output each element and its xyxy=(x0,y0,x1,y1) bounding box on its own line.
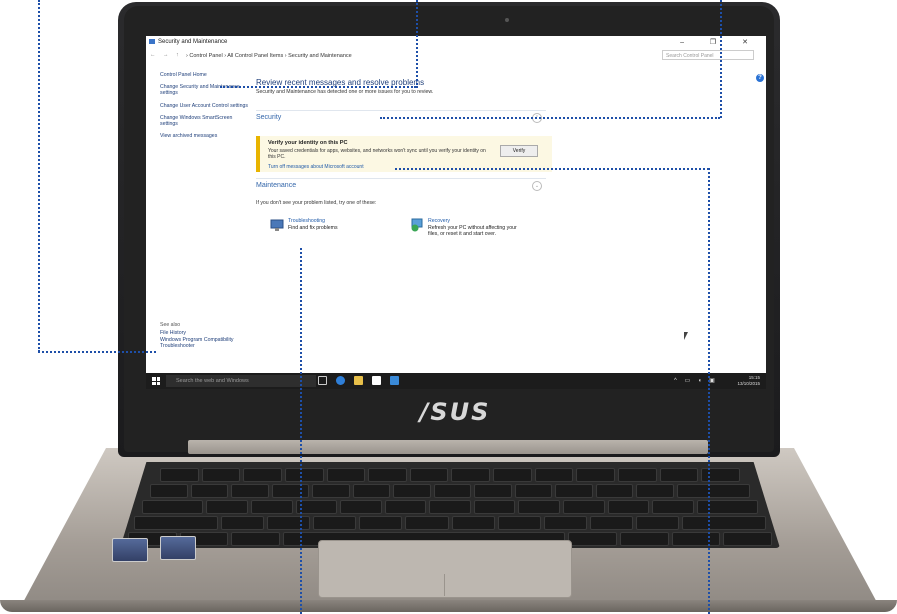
taskbar: Search the web and Windows ^ ▭ ◖ ▣ 15:15… xyxy=(146,373,766,389)
window-flag-icon xyxy=(149,39,155,44)
window-title: Security and Maintenance xyxy=(158,39,228,45)
taskbar-search[interactable]: Search the web and Windows xyxy=(166,375,316,387)
verify-button[interactable]: Verify xyxy=(500,145,538,157)
screen: Security and Maintenance – ❐ ✕ ← → ↑ › C… xyxy=(146,36,766,389)
recovery-item[interactable]: Recovery Refresh your PC without affecti… xyxy=(428,218,528,238)
notice-body: Your saved credentials for apps, website… xyxy=(268,148,486,160)
maintenance-label: Maintenance xyxy=(256,182,297,189)
compatibility-troubleshooter-link[interactable]: Windows Program Compatibility Troublesho… xyxy=(160,337,240,350)
view-archived-messages-link[interactable]: View archived messages xyxy=(160,133,250,139)
see-also-title: See also xyxy=(160,322,181,328)
recovery-icon[interactable] xyxy=(410,218,424,232)
touchpad xyxy=(318,540,572,598)
nav-buttons[interactable]: ← → ↑ xyxy=(150,52,182,58)
see-also: See also File History Windows Program Co… xyxy=(160,322,260,350)
brand-logo: /SUS xyxy=(419,398,491,426)
recovery-desc: Refresh your PC without affecting your f… xyxy=(428,224,517,238)
system-tray[interactable]: ^ ▭ ◖ ▣ xyxy=(674,377,718,384)
left-pane: Control Panel Home Change Security and M… xyxy=(160,72,250,145)
callout-line-top-center xyxy=(416,0,418,88)
troubleshooting-item[interactable]: Troubleshooting Find and fix problems xyxy=(288,218,338,231)
callout-line-right-horizontal xyxy=(380,117,720,119)
webcam xyxy=(505,18,509,22)
troubleshooting-icon[interactable] xyxy=(270,218,284,232)
problem-text: If you don't see your problem listed, tr… xyxy=(256,200,377,206)
store-icon[interactable] xyxy=(372,376,381,385)
start-button[interactable] xyxy=(152,377,160,385)
change-smartscreen-settings-link[interactable]: Change Windows SmartScreen settings xyxy=(160,115,250,127)
edge-icon[interactable] xyxy=(336,376,345,385)
callout-line-link-vertical xyxy=(708,168,710,614)
maintenance-section-header[interactable]: Maintenance ⌄ xyxy=(256,178,546,192)
help-icon[interactable]: ? xyxy=(756,74,764,82)
change-uac-settings-link[interactable]: Change User Account Control settings xyxy=(160,103,250,109)
clock-date: 13/10/2015 xyxy=(737,380,760,386)
turn-off-messages-link[interactable]: Turn off messages about Microsoft accoun… xyxy=(268,164,364,170)
troubleshooting-desc: Find and fix problems xyxy=(288,224,338,231)
control-panel-taskbar-icon[interactable] xyxy=(390,376,399,385)
touchpad-divider xyxy=(444,574,445,596)
notice-title: Verify your identity on this PC xyxy=(268,140,348,146)
address-bar: ← → ↑ › Control Panel › All Control Pane… xyxy=(146,50,766,62)
control-panel-home-link[interactable]: Control Panel Home xyxy=(160,72,250,78)
laptop-base-edge xyxy=(0,600,897,612)
verify-identity-notice: Verify your identity on this PC Your sav… xyxy=(256,136,552,172)
taskbar-clock[interactable]: 15:15 13/10/2015 xyxy=(737,375,760,386)
title-bar: Security and Maintenance – ❐ ✕ xyxy=(146,36,766,48)
security-label: Security xyxy=(256,114,282,121)
callout-line-right xyxy=(720,0,722,118)
mouse-cursor xyxy=(684,332,688,340)
laptop-hinge xyxy=(188,440,708,454)
callout-line-left-horizontal xyxy=(38,351,156,353)
chevron-down-icon[interactable]: ⌄ xyxy=(532,181,542,191)
callout-line-troubleshooting xyxy=(300,248,302,614)
callout-line-link-horizontal xyxy=(395,168,709,170)
keyboard xyxy=(120,462,780,548)
callout-line-top-center-horizontal xyxy=(220,86,416,88)
page-subtext: Security and Maintenance has detected on… xyxy=(256,89,434,95)
task-view-icon[interactable] xyxy=(318,376,327,385)
search-input[interactable]: Search Control Panel xyxy=(662,50,754,60)
intel-sticker xyxy=(112,538,148,562)
file-explorer-icon[interactable] xyxy=(354,376,363,385)
breadcrumb[interactable]: › Control Panel › All Control Panel Item… xyxy=(186,53,352,59)
windows-sticker xyxy=(160,536,196,560)
callout-line-left xyxy=(38,0,40,352)
